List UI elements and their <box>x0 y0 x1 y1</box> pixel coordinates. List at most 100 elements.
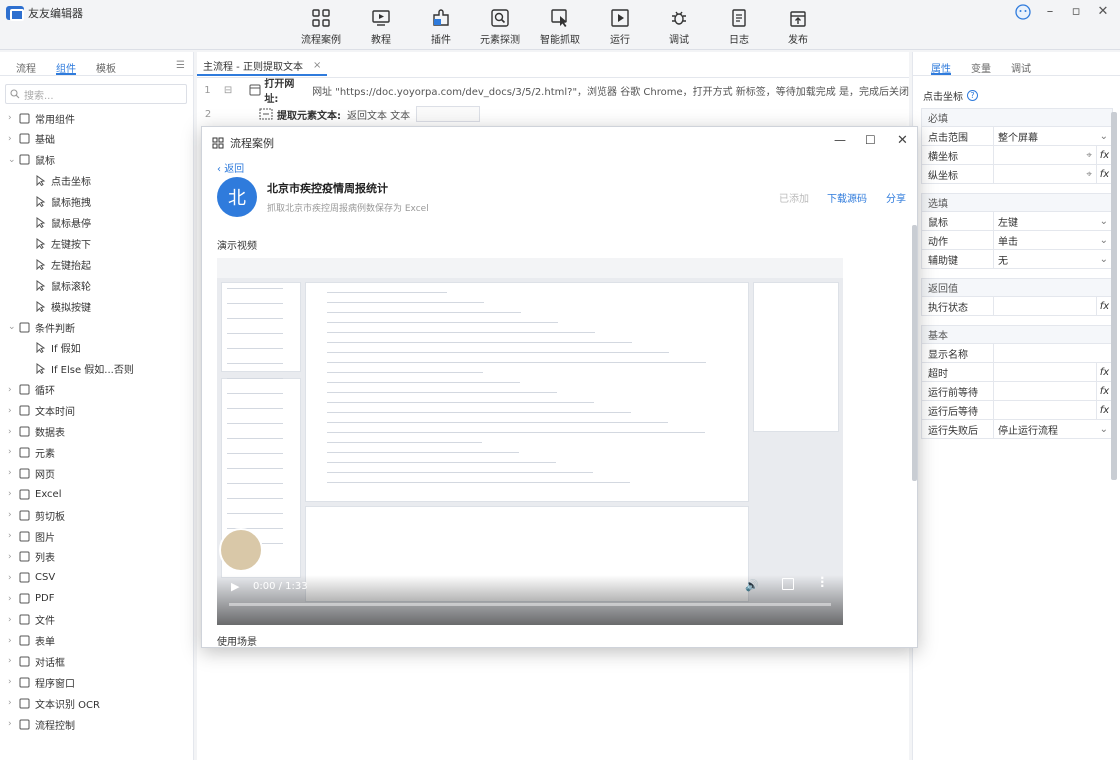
tree-item[interactable]: › 数据表 <box>8 424 65 440</box>
expression-button[interactable]: fx <box>1096 363 1112 381</box>
more-options-icon[interactable]: · · · <box>820 572 825 592</box>
property-input[interactable] <box>994 344 1112 362</box>
toolbar-button-element-probe[interactable]: 元素探测 <box>470 8 530 46</box>
tree-item[interactable]: › 图片 <box>8 528 55 544</box>
toolbar-button-debug[interactable]: 调试 <box>649 8 709 46</box>
tree-item[interactable]: If Else 假如...否则 <box>34 361 134 377</box>
tree-item[interactable]: › 程序窗口 <box>8 674 75 690</box>
expression-button[interactable]: fx <box>1096 146 1112 164</box>
expression-button[interactable]: fx <box>1096 401 1112 419</box>
dialog-minimize-button[interactable]: — <box>834 133 846 147</box>
close-window-button[interactable]: ✕ <box>1092 4 1114 19</box>
tree-item[interactable]: › 对话框 <box>8 653 65 669</box>
crosshair-icon[interactable]: ⌖ <box>1086 169 1092 180</box>
chevron-right-icon[interactable]: › <box>8 636 18 646</box>
close-tab-icon[interactable]: × <box>313 60 321 71</box>
chevron-right-icon[interactable]: › <box>8 447 18 457</box>
property-row[interactable]: 动作 单击 ⌄ <box>921 231 1113 250</box>
dialog-maximize-button[interactable]: ☐ <box>865 133 876 147</box>
chevron-right-icon[interactable]: › <box>8 656 18 666</box>
chevron-right-icon[interactable]: › <box>8 406 18 416</box>
tree-item[interactable]: ⌄ 条件判断 <box>8 319 75 335</box>
tab-flow[interactable]: 流程 <box>16 60 36 75</box>
property-select[interactable]: 无 ⌄ <box>994 250 1112 268</box>
tab-debug[interactable]: 调试 <box>1011 60 1031 75</box>
property-row[interactable]: 纵坐标 ⌖ fx <box>921 165 1113 184</box>
added-button[interactable]: 已添加 <box>779 190 809 205</box>
tree-item[interactable]: › 表单 <box>8 633 55 649</box>
scrollbar[interactable] <box>1111 112 1117 480</box>
property-row[interactable]: 鼠标 左键 ⌄ <box>921 212 1113 231</box>
play-button[interactable]: ▶ <box>231 580 239 593</box>
chevron-right-icon[interactable]: › <box>8 719 18 729</box>
chevron-right-icon[interactable]: › <box>8 573 18 583</box>
minimize-button[interactable]: – <box>1039 4 1061 19</box>
property-input[interactable] <box>994 363 1096 381</box>
tree-item[interactable]: › CSV <box>8 570 55 586</box>
tree-item[interactable]: 左键抬起 <box>34 256 91 272</box>
property-row[interactable]: 辅助键无 ⌄ <box>921 250 1113 269</box>
tab-components[interactable]: 组件 <box>56 60 76 75</box>
chevron-right-icon[interactable]: › <box>8 531 18 541</box>
tab-main-flow[interactable]: 主流程 - 正则提取文本 × <box>197 56 328 76</box>
tree-item[interactable]: 左键按下 <box>34 235 91 251</box>
flow-line[interactable]: 1 ⊟ 打开网址: 网址 "https://doc.yoyorpa.com/de… <box>197 79 909 105</box>
toolbar-button-cases[interactable]: 流程案例 <box>291 8 351 46</box>
property-row[interactable]: 点击范围 整个屏幕 ⌄ <box>921 127 1113 146</box>
share-button[interactable]: 分享 <box>886 190 906 205</box>
search-input[interactable]: 搜索... <box>5 84 187 104</box>
tree-item[interactable]: › 元素 <box>8 444 55 460</box>
property-select[interactable]: 整个屏幕 ⌄ <box>994 127 1112 145</box>
dialog-scrollbar[interactable] <box>912 225 917 481</box>
chevron-down-icon[interactable]: ⌄ <box>8 322 18 332</box>
tree-item[interactable]: › PDF <box>8 591 54 607</box>
tree-item[interactable]: › 循环 <box>8 382 55 398</box>
tree-item[interactable]: ⌄ 鼠标 <box>8 152 55 168</box>
chevron-right-icon[interactable]: › <box>8 552 18 562</box>
property-row[interactable]: 运行前等待 fx <box>921 382 1113 401</box>
tree-item[interactable]: › 剪切板 <box>8 507 65 523</box>
toolbar-button-publish[interactable]: 发布 <box>768 8 828 46</box>
chevron-right-icon[interactable]: › <box>8 510 18 520</box>
back-link[interactable]: ‹ 返回 <box>217 160 244 175</box>
tab-variables[interactable]: 变量 <box>971 60 991 75</box>
property-row[interactable]: 执行状态 fx <box>921 297 1113 316</box>
volume-icon[interactable]: 🔊 <box>745 579 759 592</box>
chevron-right-icon[interactable]: › <box>8 594 18 604</box>
chevron-right-icon[interactable]: › <box>8 113 18 123</box>
tab-properties[interactable]: 属性 <box>931 60 951 75</box>
property-input[interactable]: ⌖ <box>994 146 1096 164</box>
toolbar-button-tutorial[interactable]: 教程 <box>351 8 411 46</box>
property-row[interactable]: 横坐标 ⌖ fx <box>921 146 1113 165</box>
chevron-right-icon[interactable]: › <box>8 385 18 395</box>
chevron-right-icon[interactable]: › <box>8 698 18 708</box>
property-select[interactable]: 单击 ⌄ <box>994 231 1112 249</box>
property-input[interactable]: ⌖ <box>994 165 1096 183</box>
property-input[interactable] <box>994 401 1096 419</box>
tree-item[interactable]: 鼠标滚轮 <box>34 277 91 293</box>
demo-video[interactable]: ▶ 0:00 / 1:33 🔊 · · · <box>217 258 843 625</box>
chevron-right-icon[interactable]: › <box>8 427 18 437</box>
crosshair-icon[interactable]: ⌖ <box>1086 150 1092 161</box>
tree-item[interactable]: › 列表 <box>8 549 55 565</box>
toolbar-button-run[interactable]: 运行 <box>590 8 650 46</box>
fullscreen-icon[interactable] <box>782 578 794 590</box>
property-select[interactable]: 停止运行流程 ⌄ <box>994 420 1112 438</box>
tree-item[interactable]: 鼠标悬停 <box>34 215 91 231</box>
tree-item[interactable]: › 网页 <box>8 465 55 481</box>
chevron-right-icon[interactable]: › <box>8 134 18 144</box>
download-source-button[interactable]: 下载源码 <box>827 190 867 205</box>
expression-button[interactable]: fx <box>1096 165 1112 183</box>
chevron-down-icon[interactable]: ⌄ <box>8 155 18 165</box>
tree-item[interactable]: 鼠标拖拽 <box>34 194 91 210</box>
expression-button[interactable]: fx <box>1096 297 1112 315</box>
tree-item[interactable]: 模拟按键 <box>34 298 91 314</box>
chevron-right-icon[interactable]: › <box>8 615 18 625</box>
help-icon[interactable]: ? <box>967 90 978 101</box>
property-select[interactable]: 左键 ⌄ <box>994 212 1112 230</box>
tree-item[interactable]: 点击坐标 <box>34 173 91 189</box>
chevron-right-icon[interactable]: › <box>8 489 18 499</box>
property-input[interactable] <box>994 297 1096 315</box>
tree-item[interactable]: › Excel <box>8 486 62 502</box>
property-row[interactable]: 超时 fx <box>921 363 1113 382</box>
